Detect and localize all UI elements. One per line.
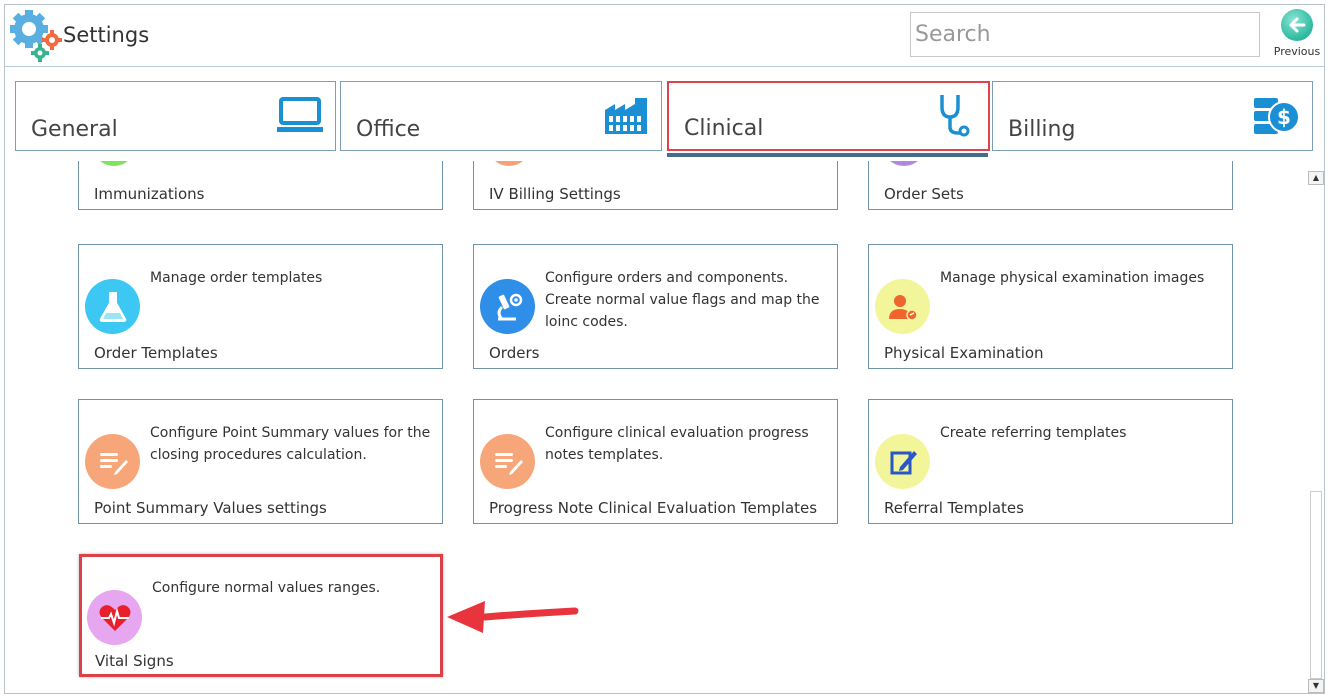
notes-icon: [480, 434, 535, 489]
card-iv-billing-settings[interactable]: IV Billing Settings: [473, 161, 838, 210]
monitor-icon: [277, 97, 323, 132]
flask-icon: [85, 279, 140, 334]
gears-icon: [10, 10, 62, 62]
tab-general[interactable]: General: [15, 81, 336, 151]
card-title: IV Billing Settings: [489, 185, 621, 203]
card-point-summary-values[interactable]: Configure Point Summary values for the c…: [78, 399, 443, 524]
syringe-icon: [93, 161, 135, 166]
vertical-scrollbar[interactable]: ▲ ▼: [1308, 171, 1324, 693]
stethoscope-icon: [940, 95, 970, 137]
back-arrow-icon: [1281, 9, 1313, 41]
card-physical-examination[interactable]: Manage physical examination images Physi…: [868, 244, 1233, 369]
annotation-arrow-icon: [447, 601, 579, 633]
card-description: Manage physical examination images: [940, 270, 1205, 286]
iv-icon: [488, 161, 530, 166]
edit-icon: [875, 434, 930, 489]
scroll-down-button[interactable]: ▼: [1308, 679, 1324, 693]
svg-text:$: $: [1277, 105, 1291, 129]
card-orders[interactable]: Configure orders and components. Create …: [473, 244, 838, 369]
card-referral-templates[interactable]: Create referring templates Referral Temp…: [868, 399, 1233, 524]
tab-label: General: [31, 117, 118, 142]
card-progress-note-templates[interactable]: Configure clinical evaluation progress n…: [473, 399, 838, 524]
card-title: Orders: [489, 344, 540, 362]
order-sets-icon: [883, 161, 925, 166]
card-order-sets[interactable]: Order Sets: [868, 161, 1233, 210]
card-immunizations[interactable]: Immunizations: [78, 161, 443, 210]
tab-label: Billing: [1008, 117, 1076, 142]
notes-icon: [85, 434, 140, 489]
card-vital-signs[interactable]: Configure normal values ranges. Vital Si…: [79, 554, 443, 677]
heart-icon: [87, 590, 142, 645]
active-tab-indicator: [667, 153, 988, 157]
card-title: Order Templates: [94, 344, 218, 362]
app-title: Settings: [63, 23, 150, 47]
card-description: Configure normal values ranges.: [152, 580, 381, 596]
tab-clinical[interactable]: Clinical: [667, 81, 990, 151]
previous-button[interactable]: Previous: [1271, 9, 1323, 65]
header-divider: [5, 66, 1324, 67]
scrollbar-thumb[interactable]: [1310, 491, 1322, 679]
card-title: Physical Examination: [884, 344, 1044, 362]
scroll-up-button[interactable]: ▲: [1308, 171, 1324, 185]
header: Settings Previous: [5, 5, 1324, 67]
microscope-icon: [480, 279, 535, 334]
card-title: Vital Signs: [95, 652, 174, 670]
person-icon: [875, 279, 930, 334]
card-description: Configure clinical evaluation progress n…: [545, 425, 809, 463]
previous-label: Previous: [1273, 45, 1321, 58]
card-order-templates[interactable]: Manage order templates Order Templates: [78, 244, 443, 369]
tab-billing[interactable]: Billing $: [992, 81, 1313, 151]
card-title: Point Summary Values settings: [94, 499, 327, 517]
card-description: Configure orders and components. Create …: [545, 270, 820, 330]
card-description: Configure Point Summary values for the c…: [150, 425, 431, 463]
card-description: Manage order templates: [150, 270, 323, 286]
billing-icon: $: [1254, 98, 1300, 134]
card-title: Progress Note Clinical Evaluation Templa…: [489, 499, 818, 517]
card-title: Immunizations: [94, 185, 205, 203]
settings-grid: Immunizations IV Billing Settings Order …: [5, 161, 1307, 694]
card-title: Order Sets: [884, 185, 964, 203]
tab-office[interactable]: Office: [340, 81, 662, 151]
settings-window: Settings Previous General Office: [4, 4, 1325, 694]
tab-label: Clinical: [684, 116, 764, 141]
search-input[interactable]: [910, 12, 1260, 57]
tab-label: Office: [356, 117, 421, 142]
factory-icon: [605, 98, 647, 134]
card-description: Create referring templates: [940, 425, 1127, 441]
card-title: Referral Templates: [884, 499, 1024, 517]
